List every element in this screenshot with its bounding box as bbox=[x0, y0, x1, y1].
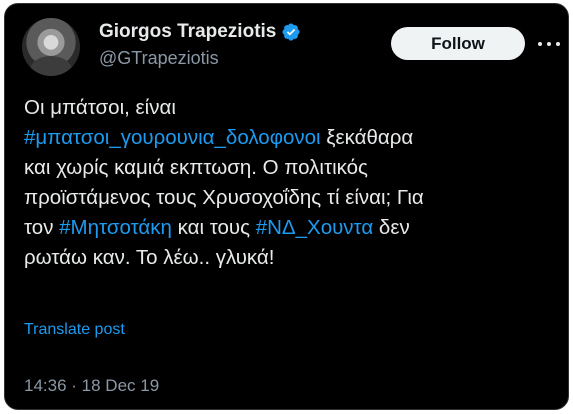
tweet-text-segment: ξεκάθαρα bbox=[320, 126, 414, 149]
tweet-timestamp[interactable]: 14:36 · 18 Dec 19 bbox=[24, 376, 159, 396]
tweet-line: #μπατσοι_γουρουνια_δολοφονοι ξεκάθαρα bbox=[24, 123, 554, 153]
tweet-date: 18 Dec 19 bbox=[81, 376, 160, 395]
hashtag-link[interactable]: #ΝΔ_Χουντα bbox=[256, 216, 374, 239]
verified-badge-icon bbox=[282, 23, 300, 41]
hashtag-link[interactable]: #μπατσοι_γουρουνια_δολοφονοι bbox=[24, 126, 321, 149]
tweet-time: 14:36 bbox=[24, 376, 67, 395]
tweet-card: Giorgos Trapeziotis @GTrapeziotis Follow… bbox=[4, 3, 569, 410]
hashtag-link[interactable]: #Μητσοτάκη bbox=[59, 216, 172, 239]
dot bbox=[538, 42, 542, 46]
tweet-text: Οι μπάτσοι, είναι #μπατσοι_γουρουνια_δολ… bbox=[24, 93, 554, 273]
tweet-text-segment: τον bbox=[24, 216, 60, 239]
tweet-line: και χωρίς καμιά εκπτωση. Ο πολιτικός bbox=[24, 156, 368, 179]
author-display-name[interactable]: Giorgos Trapeziotis bbox=[99, 21, 276, 43]
more-horizontal-icon[interactable] bbox=[538, 34, 560, 54]
dot bbox=[556, 42, 560, 46]
tweet-line: ρωτάω καν. Το λέω.. γλυκά! bbox=[24, 246, 275, 269]
avatar-figure bbox=[30, 56, 72, 76]
tweet-line: τον #Μητσοτάκη και τους #ΝΔ_Χουντα δεν bbox=[24, 213, 554, 243]
tweet-text-segment: δεν bbox=[373, 216, 410, 239]
follow-button[interactable]: Follow bbox=[391, 27, 525, 60]
author-name-row: Giorgos Trapeziotis bbox=[99, 21, 301, 43]
avatar[interactable] bbox=[22, 18, 80, 76]
meta-separator: · bbox=[66, 376, 82, 395]
translate-post-link[interactable]: Translate post bbox=[24, 321, 125, 339]
tweet-text-segment: και τους bbox=[171, 216, 256, 239]
tweet-line: προϊστάμενος τους Χρυσοχοΐδης τί είναι; … bbox=[24, 186, 424, 209]
author-handle[interactable]: @GTrapeziotis bbox=[99, 48, 219, 69]
tweet-line: Οι μπάτσοι, είναι bbox=[24, 96, 176, 119]
dot bbox=[547, 42, 551, 46]
